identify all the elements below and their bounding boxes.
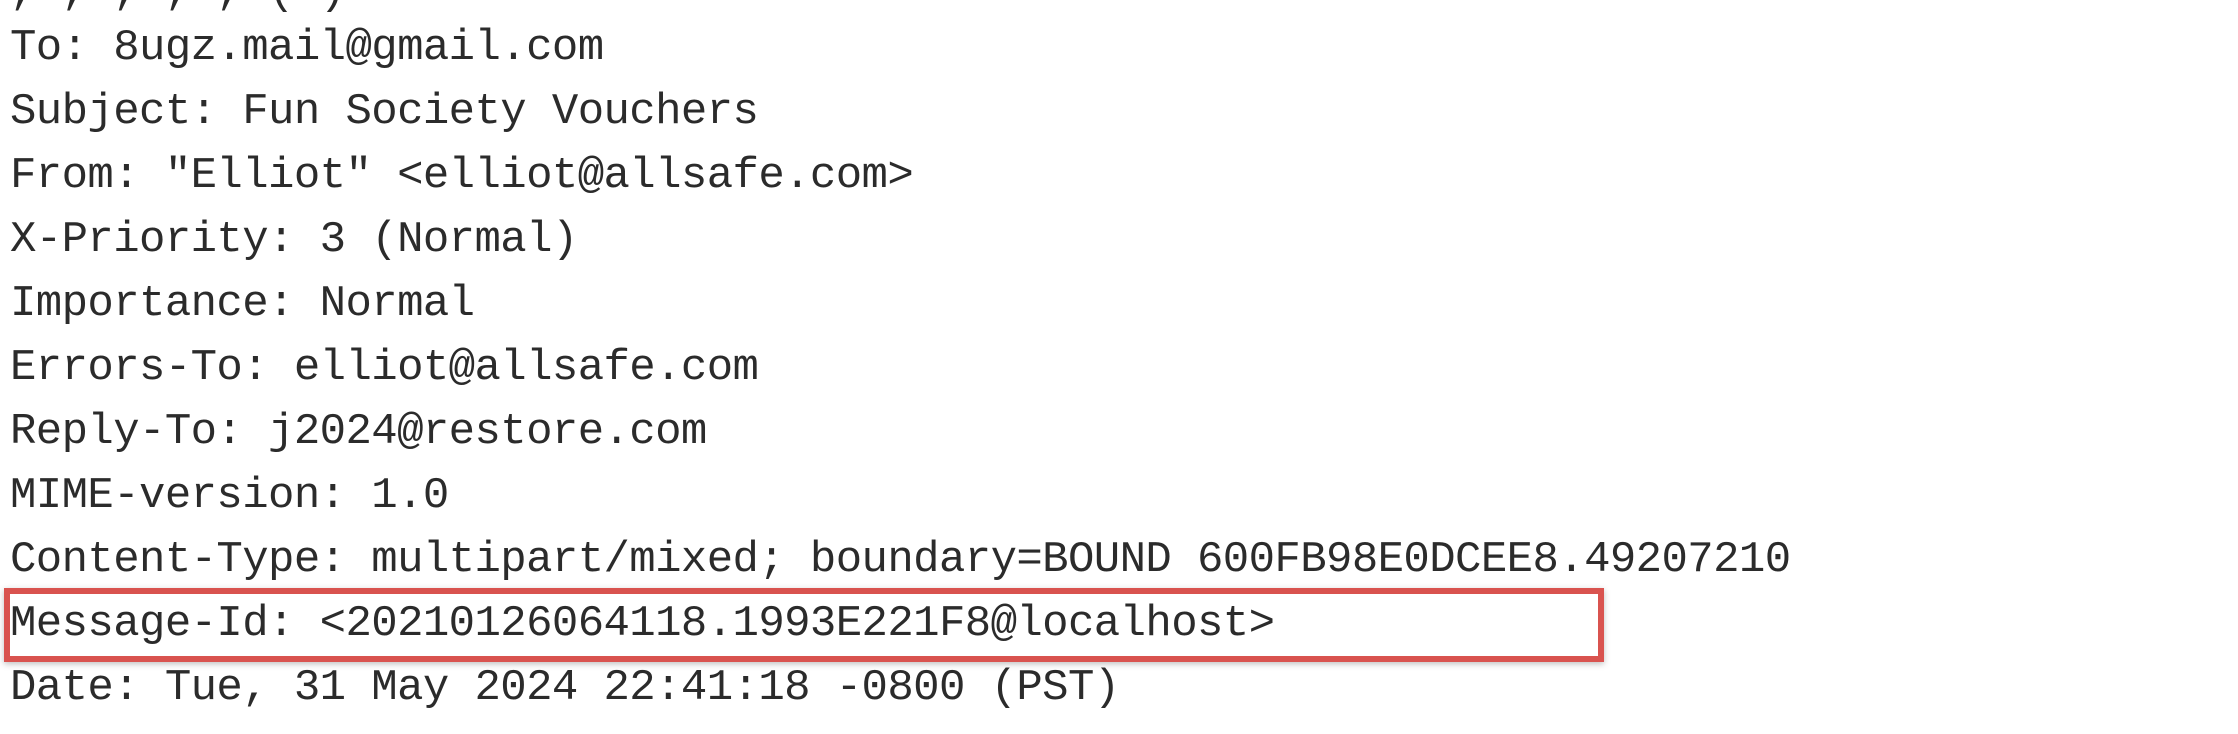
header-date: Date: Tue, 31 May 2024 22:41:18 -0800 (P… bbox=[10, 663, 1120, 713]
email-header-view: , , , , , ( ) To: 8ugz.mail@gmail.com Su… bbox=[0, 0, 2238, 734]
header-message-id: Message-Id: <20210126064118.1993E221F8@l… bbox=[10, 599, 1275, 649]
header-from: From: "Elliot" <elliot@allsafe.com> bbox=[10, 151, 914, 201]
header-content-type: Content-Type: multipart/mixed; boundary=… bbox=[10, 535, 1791, 585]
header-mime-version: MIME-version: 1.0 bbox=[10, 471, 449, 521]
header-x-priority: X-Priority: 3 (Normal) bbox=[10, 215, 578, 265]
header-errors-to: Errors-To: elliot@allsafe.com bbox=[10, 343, 759, 393]
header-subject: Subject: Fun Society Vouchers bbox=[10, 87, 759, 137]
header-importance: Importance: Normal bbox=[10, 279, 475, 329]
header-reply-to: Reply-To: j2024@restore.com bbox=[10, 407, 707, 457]
header-to: To: 8ugz.mail@gmail.com bbox=[10, 23, 604, 73]
